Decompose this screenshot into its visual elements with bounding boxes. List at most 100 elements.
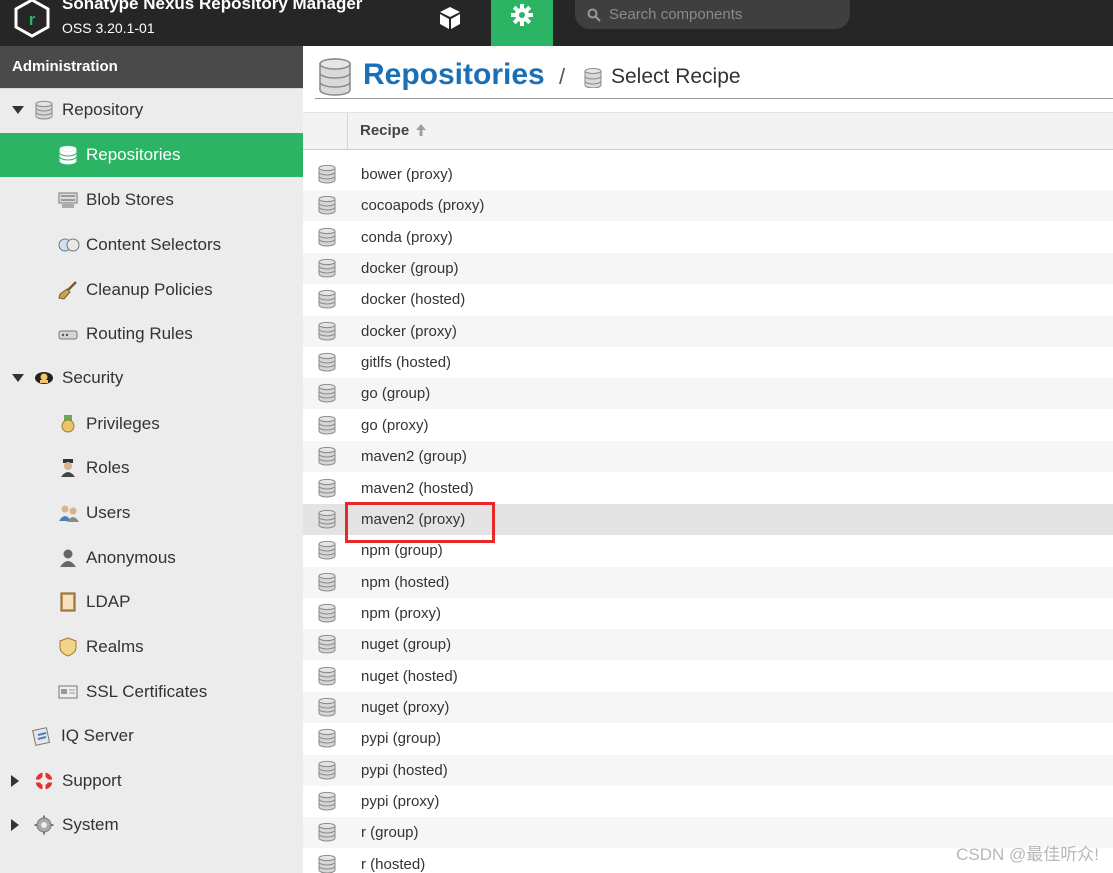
top-bar: r Sonatype Nexus Repository Manager OSS … xyxy=(0,0,1113,46)
sidebar-item-content-selectors[interactable]: Content Selectors xyxy=(0,223,303,267)
sidebar-item-cleanup-policies[interactable]: Cleanup Policies xyxy=(0,268,303,312)
recipe-name: npm (proxy) xyxy=(361,604,442,622)
search-box[interactable] xyxy=(575,0,850,29)
app-title: Sonatype Nexus Repository Manager xyxy=(62,0,363,13)
sidebar-item-label: LDAP xyxy=(86,592,131,611)
sort-ascending-icon[interactable] xyxy=(415,123,427,137)
sidebar-item-label: Privileges xyxy=(86,414,160,433)
database-icon xyxy=(317,227,337,252)
book-icon xyxy=(58,592,78,612)
database-icon xyxy=(317,760,337,785)
sidebar-item-label: Blob Stores xyxy=(86,190,174,209)
table-row[interactable]: go (proxy) xyxy=(303,410,1113,441)
table-row[interactable]: nuget (hosted) xyxy=(303,661,1113,692)
sidebar-item-ssl-certificates[interactable]: SSL Certificates xyxy=(0,670,303,714)
table-row[interactable]: conda (proxy) xyxy=(303,222,1113,253)
database-icon xyxy=(58,145,78,165)
table-row[interactable]: bower (proxy) xyxy=(303,159,1113,190)
sidebar-item-repositories[interactable]: Repositories xyxy=(0,133,303,177)
table-row[interactable]: nuget (group) xyxy=(303,629,1113,661)
database-icon xyxy=(317,603,337,628)
cube-icon xyxy=(440,7,460,29)
recipe-name: conda (proxy) xyxy=(361,228,453,246)
recipe-name: pypi (hosted) xyxy=(361,761,448,779)
sidebar-item-blob-stores[interactable]: Blob Stores xyxy=(0,178,303,222)
role-icon xyxy=(58,458,78,478)
column-header-recipe[interactable]: Recipe xyxy=(360,122,409,139)
table-row[interactable]: pypi (group) xyxy=(303,723,1113,754)
sidebar-item-label: Cleanup Policies xyxy=(86,280,213,299)
table-row[interactable]: pypi (hosted) xyxy=(303,754,1113,786)
sidebar-item-roles[interactable]: Roles xyxy=(0,446,303,490)
database-icon xyxy=(317,728,337,753)
collapse-toggle-icon[interactable] xyxy=(12,374,24,382)
table-row[interactable]: go (group) xyxy=(303,378,1113,410)
svg-text:r: r xyxy=(29,10,36,29)
sidebar-item-label: Roles xyxy=(86,458,130,477)
certificate-icon xyxy=(58,682,78,702)
sidebar-item-system[interactable]: System xyxy=(0,803,303,847)
recipe-name: docker (group) xyxy=(361,260,459,278)
database-icon xyxy=(317,854,337,873)
sidebar-item-label: Repository xyxy=(62,100,144,119)
sidebar-item-iq-server[interactable]: IQ Server xyxy=(0,714,303,758)
sidebar-item-users[interactable]: Users xyxy=(0,491,303,535)
recipe-name: nuget (group) xyxy=(361,636,452,654)
table-row[interactable]: maven2 (group) xyxy=(303,441,1113,473)
sidebar-item-anonymous[interactable]: Anonymous xyxy=(0,536,303,580)
title-divider xyxy=(315,98,1113,99)
sidebar-header: Administration xyxy=(0,46,303,89)
admin-sidebar: Administration Repository Repositories Blo… xyxy=(0,46,303,873)
sidebar-item-support[interactable]: Support xyxy=(0,759,303,803)
search-input[interactable] xyxy=(607,5,841,24)
recipe-name: docker (hosted) xyxy=(361,291,466,309)
sidebar-item-label: Anonymous xyxy=(86,548,176,567)
table-row[interactable]: cocoapods (proxy) xyxy=(303,190,1113,222)
table-row[interactable]: pypi (proxy) xyxy=(303,786,1113,817)
table-row[interactable]: gitlfs (hosted) xyxy=(303,347,1113,378)
sidebar-item-label: Security xyxy=(62,368,124,387)
cog-icon xyxy=(34,815,54,835)
database-icon xyxy=(317,195,337,220)
selector-icon xyxy=(58,235,80,255)
breadcrumb-separator: / xyxy=(559,64,566,89)
table-row[interactable]: npm (hosted) xyxy=(303,566,1113,598)
sidebar-item-label: Users xyxy=(86,503,131,522)
sidebar-item-privileges[interactable]: Privileges xyxy=(0,402,303,446)
database-icon xyxy=(317,352,337,377)
medal-icon xyxy=(58,414,78,434)
nexus-logo-icon[interactable]: r xyxy=(14,0,50,38)
sidebar-item-ldap[interactable]: LDAP xyxy=(0,580,303,624)
sidebar-item-realms[interactable]: Realms xyxy=(0,625,303,669)
shield-icon xyxy=(58,637,78,657)
expand-toggle-icon[interactable] xyxy=(11,819,19,831)
table-row[interactable]: docker (group) xyxy=(303,253,1113,285)
table-row[interactable]: nuget (proxy) xyxy=(303,691,1113,723)
anonymous-icon xyxy=(58,548,78,568)
sidebar-item-repository[interactable]: Repository xyxy=(0,88,303,132)
sidebar-item-routing-rules[interactable]: Routing Rules xyxy=(0,312,303,356)
database-icon xyxy=(317,822,337,847)
partial-row xyxy=(303,149,1113,157)
sidebar-item-security[interactable]: Security xyxy=(0,356,303,400)
table-row[interactable]: docker (proxy) xyxy=(303,315,1113,347)
lifebuoy-icon xyxy=(34,771,54,791)
table-row[interactable]: docker (hosted) xyxy=(303,284,1113,315)
browse-button[interactable] xyxy=(425,0,475,36)
sidebar-item-label: Repositories xyxy=(86,145,181,164)
recipe-name: go (group) xyxy=(361,385,431,403)
table-row[interactable]: npm (proxy) xyxy=(303,598,1113,629)
recipe-name: maven2 (hosted) xyxy=(361,479,474,497)
recipe-name: nuget (proxy) xyxy=(361,698,450,716)
table-row[interactable]: maven2 (hosted) xyxy=(303,473,1113,504)
recipe-name: npm (group) xyxy=(361,542,443,560)
page-title: Repositories xyxy=(363,58,545,91)
expand-toggle-icon[interactable] xyxy=(11,775,19,787)
database-icon xyxy=(317,321,337,346)
collapse-toggle-icon[interactable] xyxy=(12,106,24,114)
sidebar-item-label: SSL Certificates xyxy=(86,682,208,701)
gear-icon xyxy=(511,4,533,26)
users-icon xyxy=(58,503,79,523)
sidebar-item-label: IQ Server xyxy=(61,726,134,745)
recipe-name: npm (hosted) xyxy=(361,573,450,591)
